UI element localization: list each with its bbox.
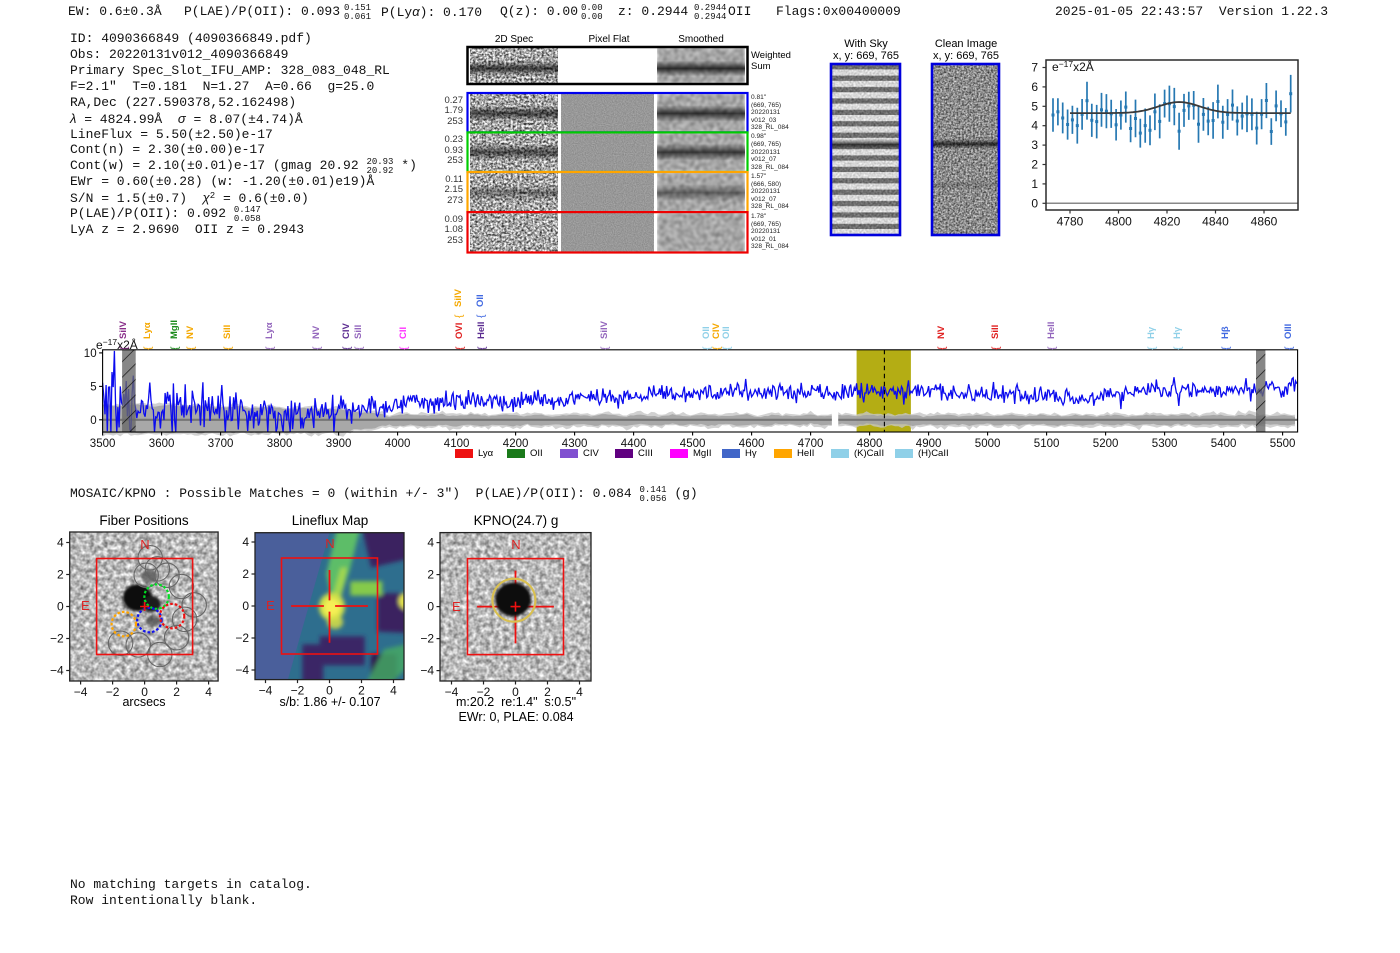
svg-text:4820: 4820 xyxy=(1154,215,1181,229)
svg-text:5100: 5100 xyxy=(1034,438,1060,450)
svg-text:−4: −4 xyxy=(420,664,434,678)
svg-text:4: 4 xyxy=(1031,119,1038,133)
svg-text:5300: 5300 xyxy=(1152,438,1178,450)
svg-text:0: 0 xyxy=(90,415,96,427)
svg-text:4: 4 xyxy=(576,685,583,699)
svg-text:4: 4 xyxy=(205,685,212,699)
svg-text:3900: 3900 xyxy=(326,438,352,450)
svg-text:5200: 5200 xyxy=(1093,438,1119,450)
svg-text:−4: −4 xyxy=(235,663,249,677)
svg-text:4000: 4000 xyxy=(385,438,411,450)
svg-text:−4: −4 xyxy=(259,684,273,698)
svg-text:4780: 4780 xyxy=(1057,215,1084,229)
svg-text:−2: −2 xyxy=(235,631,249,645)
svg-text:2: 2 xyxy=(1031,158,1038,172)
svg-text:−4: −4 xyxy=(74,685,88,699)
svg-text:6: 6 xyxy=(1031,80,1038,94)
svg-text:0: 0 xyxy=(427,600,434,614)
svg-text:5: 5 xyxy=(90,381,96,393)
svg-text:0: 0 xyxy=(242,599,249,613)
svg-text:0: 0 xyxy=(57,600,64,614)
svg-text:5500: 5500 xyxy=(1270,438,1296,450)
svg-text:3600: 3600 xyxy=(149,438,175,450)
svg-text:4800: 4800 xyxy=(1105,215,1132,229)
svg-text:1: 1 xyxy=(1031,177,1038,191)
svg-text:e−17x2Å: e−17x2Å xyxy=(1052,59,1094,74)
svg-text:5: 5 xyxy=(1031,99,1038,113)
svg-text:−2: −2 xyxy=(106,685,120,699)
svg-text:4: 4 xyxy=(57,536,64,550)
svg-text:4: 4 xyxy=(242,535,249,549)
svg-text:4860: 4860 xyxy=(1251,215,1278,229)
svg-text:5400: 5400 xyxy=(1211,438,1237,450)
svg-text:e−17x2Å: e−17x2Å xyxy=(96,337,138,352)
svg-text:3500: 3500 xyxy=(90,438,116,450)
svg-text:0: 0 xyxy=(1031,196,1038,210)
svg-text:3: 3 xyxy=(1031,138,1038,152)
svg-text:3800: 3800 xyxy=(267,438,293,450)
svg-text:2: 2 xyxy=(57,568,64,582)
svg-text:−2: −2 xyxy=(50,632,64,646)
svg-text:−2: −2 xyxy=(420,632,434,646)
svg-text:4: 4 xyxy=(390,684,397,698)
svg-text:10: 10 xyxy=(84,348,97,360)
svg-text:2: 2 xyxy=(427,568,434,582)
svg-text:4: 4 xyxy=(427,536,434,550)
svg-text:3700: 3700 xyxy=(208,438,234,450)
svg-text:5000: 5000 xyxy=(975,438,1001,450)
svg-text:2: 2 xyxy=(242,567,249,581)
svg-text:−4: −4 xyxy=(50,664,64,678)
svg-text:7: 7 xyxy=(1031,61,1038,75)
svg-text:4840: 4840 xyxy=(1202,215,1229,229)
svg-text:2: 2 xyxy=(173,685,180,699)
